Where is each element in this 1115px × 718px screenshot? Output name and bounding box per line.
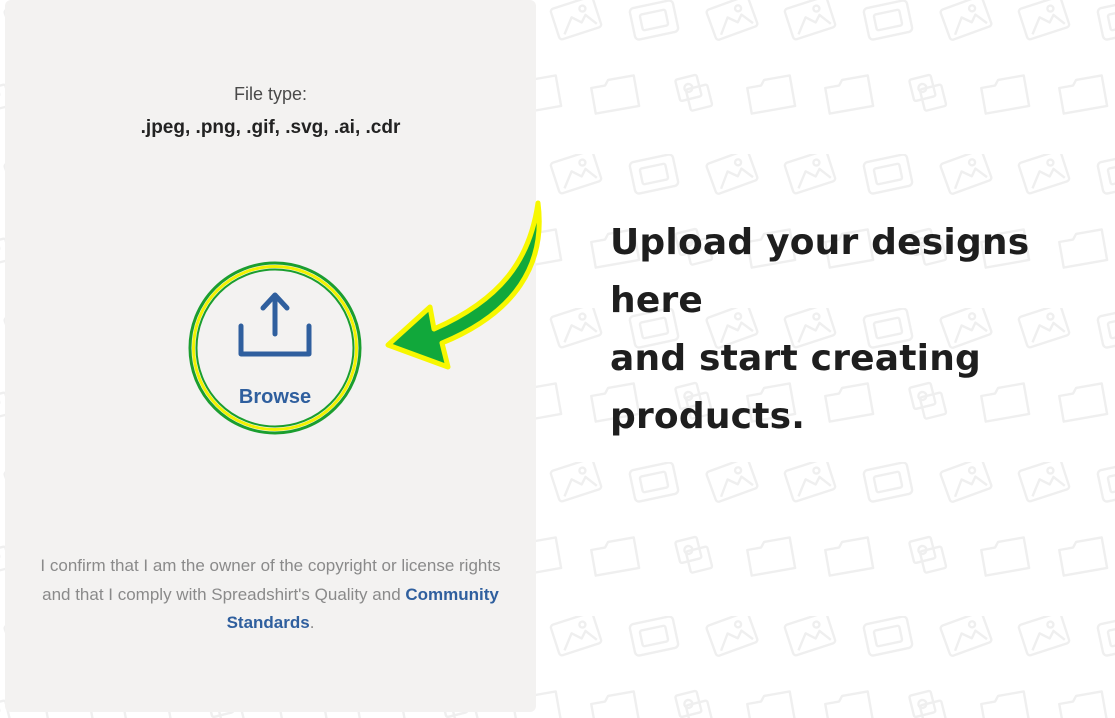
headline-line-3: products. bbox=[610, 396, 806, 437]
headline: Upload your designs here and start creat… bbox=[610, 214, 1115, 446]
curved-arrow-icon bbox=[385, 200, 542, 370]
file-type-list: .jpeg, .png, .gif, .svg, .ai, .cdr bbox=[140, 117, 401, 138]
file-type-label: File type: bbox=[233, 84, 308, 104]
upload-icon bbox=[238, 292, 312, 357]
headline-line-1: Upload your designs here bbox=[610, 222, 1030, 321]
copyright-confirmation: I confirm that I am the owner of the cop… bbox=[35, 552, 506, 638]
confirmation-period: . bbox=[309, 613, 315, 632]
browse-button[interactable]: Browse bbox=[187, 260, 363, 436]
browse-label: Browse bbox=[238, 386, 312, 408]
headline-line-2: and start creating bbox=[610, 338, 982, 379]
